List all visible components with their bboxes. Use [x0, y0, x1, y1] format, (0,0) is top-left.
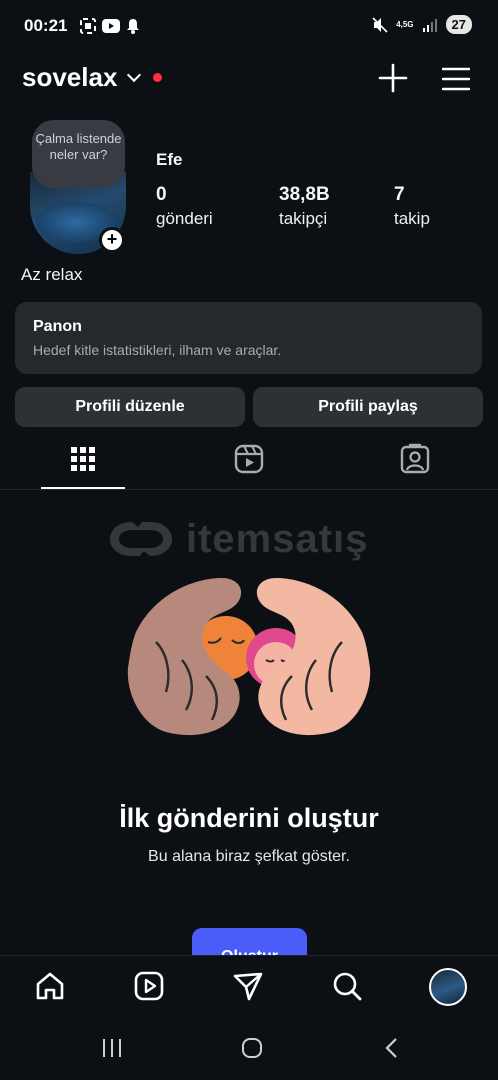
empty-state-subtitle: Bu alana biraz şefkat göster.	[148, 848, 350, 865]
posts-count[interactable]: 0	[156, 184, 167, 206]
search-icon[interactable]	[331, 970, 363, 1002]
edit-profile-button[interactable]: Profili düzenle	[15, 387, 245, 427]
profile-nav-avatar[interactable]	[429, 968, 467, 1006]
profile-name: Efe	[156, 150, 183, 169]
followers-label[interactable]: takipçi	[279, 209, 327, 229]
mute-icon	[372, 16, 388, 33]
screenshot-icon	[80, 18, 96, 34]
tagged-icon[interactable]	[399, 443, 431, 475]
empty-state-title: İlk gönderini oluştur	[119, 803, 379, 833]
youtube-icon	[102, 19, 120, 33]
recent-apps-icon[interactable]	[100, 1036, 124, 1060]
dashboard-subtitle: Hedef kitle istatistikleri, ilham ve ara…	[33, 342, 282, 358]
signal-icon	[422, 18, 437, 32]
create-plus-icon[interactable]	[378, 63, 408, 93]
tab-divider	[0, 489, 498, 490]
status-time: 00:21	[24, 16, 68, 35]
network-type: 4,5G	[396, 19, 414, 29]
account-switcher[interactable]: sovelax	[22, 62, 163, 93]
watermark-logo-icon	[110, 522, 172, 556]
professional-dashboard[interactable]: Panon Hedef kitle istatistikleri, ilham …	[15, 302, 482, 374]
watermark-text: itemsatış	[186, 516, 369, 561]
username: sovelax	[22, 62, 118, 92]
menu-icon[interactable]	[442, 66, 470, 92]
home-system-icon[interactable]	[240, 1036, 264, 1060]
followers-count[interactable]: 38,8B	[279, 184, 330, 206]
add-story-button[interactable]: +	[99, 227, 125, 253]
back-icon[interactable]	[380, 1036, 404, 1060]
battery-level: 27	[445, 15, 472, 34]
reels-nav-icon[interactable]	[133, 970, 165, 1002]
dashboard-title: Panon	[33, 318, 82, 335]
watermark: itemsatış	[106, 516, 368, 562]
following-count[interactable]: 7	[394, 184, 405, 206]
following-label[interactable]: takip	[394, 209, 430, 229]
note-bubble[interactable]: Çalma listende neler var?	[32, 120, 125, 188]
status-system-icons: 4,5G 27	[372, 15, 472, 34]
chevron-down-icon	[127, 67, 142, 82]
status-notification-icons	[80, 18, 140, 34]
profile-bio: Az relax	[21, 265, 83, 284]
heart-hands-illustration	[127, 578, 371, 736]
grid-icon[interactable]	[67, 443, 99, 475]
home-icon[interactable]	[34, 970, 66, 1002]
share-profile-button[interactable]: Profili paylaş	[253, 387, 483, 427]
bell-icon	[127, 19, 139, 34]
notification-dot	[153, 73, 163, 82]
posts-label[interactable]: gönderi	[156, 209, 213, 229]
send-icon[interactable]	[232, 970, 264, 1002]
reels-icon[interactable]	[233, 443, 265, 475]
